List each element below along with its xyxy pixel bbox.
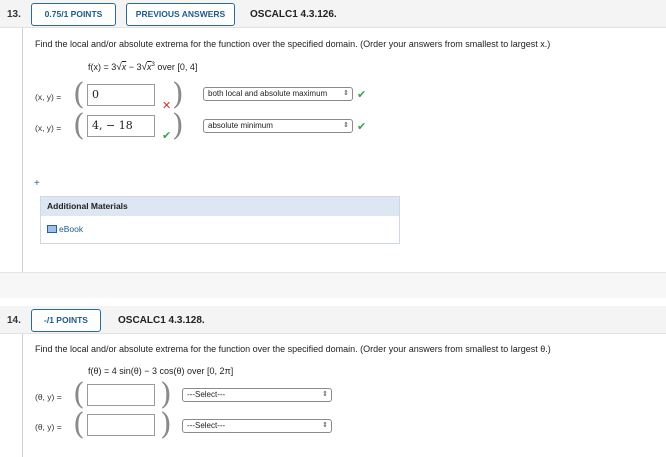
extrema-type-select[interactable]: ---Select--- ⇕ xyxy=(182,419,332,433)
coordinate-label: (x, y) = xyxy=(35,123,62,133)
function-expression: f(θ) = 4 sin(θ) − 3 cos(θ) over [0, 2π] xyxy=(88,366,234,376)
question-body-rule xyxy=(22,334,23,457)
right-paren: ) xyxy=(160,377,172,412)
extrema-type-select[interactable]: absolute minimum ⇕ xyxy=(203,119,353,133)
problem-prompt: Find the local and/or absolute extrema f… xyxy=(35,39,551,49)
check-icon: ✔ xyxy=(357,89,367,101)
coordinate-label: (x, y) = xyxy=(35,92,62,102)
book-icon xyxy=(47,225,57,233)
check-icon: ✔ xyxy=(162,130,172,142)
left-paren: ( xyxy=(73,108,85,143)
extrema-type-select[interactable]: both local and absolute maximum ⇕ xyxy=(203,87,353,101)
answer-input[interactable]: 4, − 18 xyxy=(87,115,155,137)
updown-arrow-icon: ⇕ xyxy=(322,422,328,429)
answer-input[interactable] xyxy=(87,414,155,436)
ebook-link[interactable]: eBook xyxy=(47,224,83,234)
problem-id: OSCALC1 4.3.126. xyxy=(250,9,337,20)
problem-id: OSCALC1 4.3.128. xyxy=(118,315,205,326)
right-paren: ) xyxy=(172,77,184,112)
coordinate-label: (θ, y) = xyxy=(35,422,62,432)
question-number: 13. xyxy=(7,9,21,20)
left-paren: ( xyxy=(73,407,85,442)
right-paren: ) xyxy=(160,407,172,442)
previous-answers-button[interactable]: PREVIOUS ANSWERS xyxy=(126,3,235,26)
updown-arrow-icon: ⇕ xyxy=(343,90,349,97)
answer-input[interactable] xyxy=(87,384,155,406)
additional-materials-panel: Additional Materials eBook xyxy=(40,196,400,244)
problem-prompt: Find the local and/or absolute extrema f… xyxy=(35,344,551,354)
expand-toggle[interactable]: + xyxy=(34,178,40,189)
x-mark-icon: ✕ xyxy=(162,100,172,112)
left-paren: ( xyxy=(73,377,85,412)
question-number: 14. xyxy=(7,315,21,326)
coordinate-label: (θ, y) = xyxy=(35,392,62,402)
extrema-type-select[interactable]: ---Select--- ⇕ xyxy=(182,388,332,402)
function-expression: f(x) = 3√x − 3√x3 over [0, 4] xyxy=(88,62,198,73)
answer-input[interactable]: 0 xyxy=(87,84,155,106)
score-button[interactable]: 0.75/1 POINTS xyxy=(31,3,116,26)
updown-arrow-icon: ⇕ xyxy=(343,122,349,129)
question-separator xyxy=(0,272,666,298)
check-icon: ✔ xyxy=(357,121,367,133)
additional-materials-title: Additional Materials xyxy=(41,197,399,216)
updown-arrow-icon: ⇕ xyxy=(322,391,328,398)
score-button[interactable]: -/1 POINTS xyxy=(31,309,101,332)
question-body-rule xyxy=(22,28,23,272)
left-paren: ( xyxy=(73,77,85,112)
right-paren: ) xyxy=(172,108,184,143)
